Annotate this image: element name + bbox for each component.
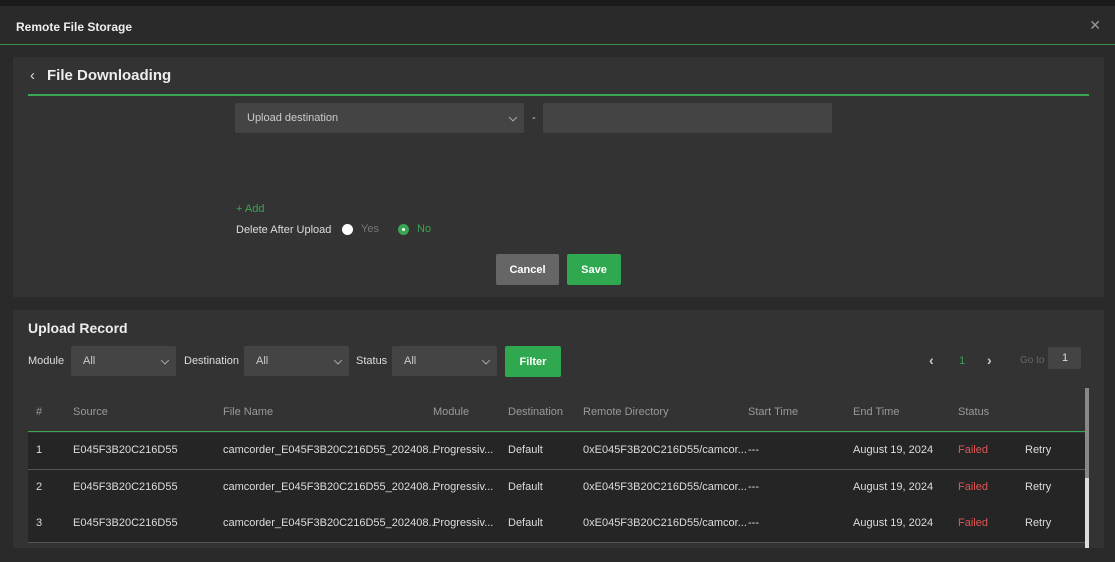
column-header-start-time: Start Time (748, 406, 799, 418)
radio-yes-label[interactable]: Yes (361, 223, 379, 235)
status-label: Status (356, 355, 388, 367)
dialog-header: Remote File Storage ✕ (0, 6, 1115, 45)
chevron-down-icon (481, 356, 491, 365)
cell-module: Progressiv... (433, 480, 494, 493)
cell-remote-directory: 0xE045F3B20C216D55/camcor... (583, 480, 747, 493)
upload-record-panel: Upload Record Module All Destination All… (13, 310, 1104, 548)
cell-start-time: --- (748, 444, 759, 456)
cell-file-name: camcorder_E045F3B20C216D55_202408... (223, 444, 438, 456)
column-header-destination: Destination (508, 406, 564, 418)
radio-no-checked[interactable] (398, 224, 409, 235)
cell-start-time: --- (748, 517, 759, 529)
cell-module: Progressiv... (433, 517, 494, 529)
cell-index: 2 (36, 480, 43, 493)
retry-button[interactable]: Retry (1025, 481, 1051, 493)
cell-index: 3 (36, 517, 43, 529)
destination-label: Destination (184, 355, 240, 367)
cell-end-time: August 19, 2024 (853, 444, 934, 456)
status-select[interactable]: All (392, 346, 497, 376)
file-downloading-panel: ‹ File Downloading Upload destination - … (13, 57, 1104, 297)
next-page-icon[interactable]: › (987, 352, 992, 368)
select-value: All (404, 355, 417, 367)
cell-status: Failed (958, 480, 988, 493)
path-input[interactable] (543, 103, 832, 133)
back-chevron-icon[interactable]: ‹ (30, 67, 35, 84)
cell-module: Progressiv... (433, 444, 494, 456)
module-select[interactable]: All (71, 346, 176, 376)
retry-button[interactable]: Retry (1025, 444, 1051, 456)
cell-end-time: August 19, 2024 (853, 517, 934, 529)
cell-source: E045F3B20C216D55 (73, 517, 178, 529)
cell-end-time: August 19, 2024 (853, 480, 934, 493)
cell-status: Failed (958, 517, 988, 529)
filter-button[interactable]: Filter (505, 346, 561, 377)
title-underline (28, 94, 1089, 96)
cell-index: 1 (36, 444, 43, 456)
cell-status: Failed (958, 444, 988, 456)
column-header-status: Status (958, 406, 990, 418)
scrollbar-thumb[interactable] (1085, 388, 1089, 478)
remote-file-storage-dialog: Remote File Storage ✕ ‹ File Downloading… (0, 6, 1115, 562)
column-header-end-time: End Time (853, 406, 900, 418)
cell-source: E045F3B20C216D55 (73, 480, 178, 493)
page-number[interactable]: 1 (959, 355, 965, 367)
cell-destination: Default (508, 517, 543, 529)
column-header-source: Source (73, 406, 108, 418)
goto-label: Go to (1020, 355, 1045, 366)
cell-file-name: camcorder_E045F3B20C216D55_202408... (223, 480, 438, 493)
upload-record-title: Upload Record (28, 320, 128, 336)
column-header-file-name: File Name (223, 406, 274, 418)
module-label: Module (28, 355, 65, 367)
column-header-index: # (36, 406, 43, 418)
column-header-remote-directory: Remote Directory (583, 406, 669, 418)
add-link[interactable]: + Add (236, 203, 264, 215)
cell-remote-directory: 0xE045F3B20C216D55/camcor... (583, 444, 747, 456)
cancel-button[interactable]: Cancel (496, 254, 559, 285)
dialog-title: Remote File Storage (16, 20, 133, 34)
column-header-module: Module (433, 406, 470, 418)
cell-source: E045F3B20C216D55 (73, 444, 178, 456)
table-row: 3 E045F3B20C216D55 camcorder_E045F3B20C216… (28, 506, 1085, 543)
save-button[interactable]: Save (567, 254, 621, 285)
cell-destination: Default (508, 480, 543, 493)
table-header: # Source File Name Module Destination Remote … (28, 392, 1085, 432)
select-value: All (256, 355, 269, 367)
upload-destination-select[interactable]: Upload destination (235, 103, 524, 133)
cell-destination: Default (508, 444, 543, 456)
separator: - (532, 112, 536, 124)
retry-button[interactable]: Retry (1025, 517, 1051, 529)
radio-yes[interactable] (342, 224, 353, 235)
destination-select[interactable]: All (244, 346, 349, 376)
cell-remote-directory: 0xE045F3B20C216D55/camcor... (583, 517, 747, 529)
select-value: All (83, 355, 96, 367)
prev-page-icon[interactable]: ‹ (929, 352, 934, 368)
close-icon[interactable]: ✕ (1089, 17, 1101, 34)
cell-start-time: --- (748, 480, 759, 493)
chevron-down-icon (333, 356, 343, 365)
cell-file-name: camcorder_E045F3B20C216D55_202408... (223, 517, 438, 529)
scrollbar-track[interactable] (1085, 388, 1089, 548)
table-row: 2 E045F3B20C216D55 camcorder_E045F3B20C216… (28, 469, 1085, 507)
chevron-down-icon (160, 356, 170, 365)
delete-after-upload-label: Delete After Upload (236, 224, 332, 236)
table-row: 1 E045F3B20C216D55 camcorder_E045F3B20C216… (28, 433, 1085, 470)
chevron-down-icon (508, 113, 518, 122)
radio-no-label[interactable]: No (417, 223, 431, 235)
select-value: Upload destination (247, 112, 339, 124)
panel-title: File Downloading (47, 67, 172, 84)
goto-input[interactable]: 1 (1048, 347, 1081, 369)
